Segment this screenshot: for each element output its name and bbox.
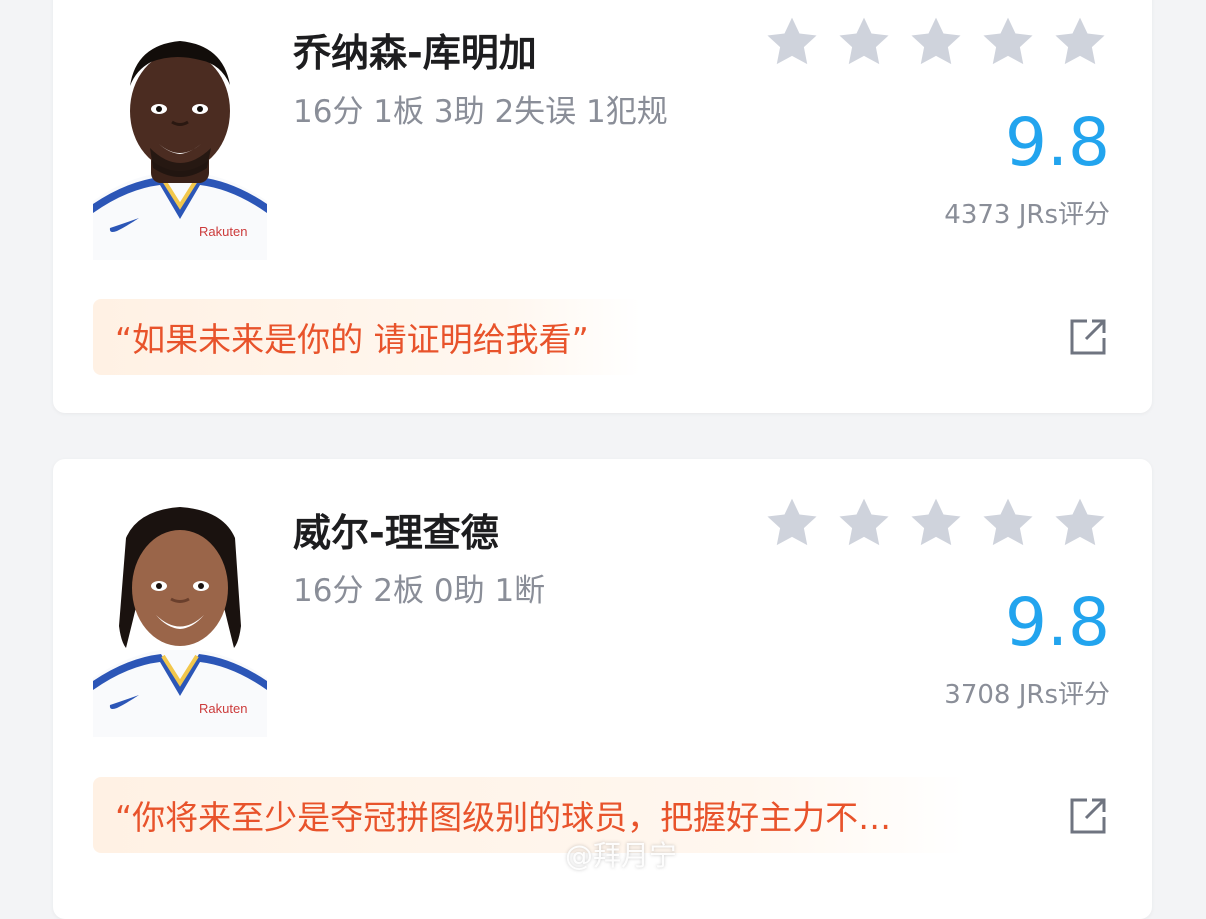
player-card[interactable]: Rakuten 乔纳森-库明加 16分 1板 3助 2失误 1犯规 9.8 43… xyxy=(53,0,1152,413)
comment-box[interactable]: “你将来至少是夺冠拼图级别的球员，把握好主力不… xyxy=(93,777,967,853)
star-icon[interactable] xyxy=(977,493,1039,555)
comment-box[interactable]: “如果未来是你的 请证明给我看” xyxy=(93,299,641,375)
comment-text: “如果未来是你的 请证明给我看” xyxy=(115,320,589,359)
player-score: 9.8 xyxy=(1005,584,1110,661)
star-icon[interactable] xyxy=(761,12,823,74)
star-icon[interactable] xyxy=(977,12,1039,74)
star-icon[interactable] xyxy=(761,493,823,555)
player-avatar: Rakuten xyxy=(93,500,267,737)
svg-text:Rakuten: Rakuten xyxy=(199,701,247,716)
share-icon[interactable] xyxy=(1068,317,1108,357)
star-icon[interactable] xyxy=(905,493,967,555)
star-icon[interactable] xyxy=(1049,493,1111,555)
player-stats: 16分 1板 3助 2失误 1犯规 xyxy=(293,94,668,130)
comment-text: “你将来至少是夺冠拼图级别的球员，把握好主力不… xyxy=(115,798,892,837)
player-avatar: Rakuten xyxy=(93,23,267,260)
watermark: @拜月宁 xyxy=(565,839,678,872)
share-icon[interactable] xyxy=(1068,796,1108,836)
star-icon[interactable] xyxy=(833,493,895,555)
star-icon[interactable] xyxy=(905,12,967,74)
player-score: 9.8 xyxy=(1005,104,1110,181)
player-stats: 16分 2板 0助 1断 xyxy=(293,573,546,609)
rating-count: 3708 JRs评分 xyxy=(944,680,1110,710)
svg-text:Rakuten: Rakuten xyxy=(199,224,247,239)
rating-count: 4373 JRs评分 xyxy=(944,200,1110,230)
star-icon[interactable] xyxy=(833,12,895,74)
rating-stars[interactable] xyxy=(761,493,1111,557)
player-name: 乔纳森-库明加 xyxy=(293,31,537,75)
star-icon[interactable] xyxy=(1049,12,1111,74)
rating-stars[interactable] xyxy=(761,12,1111,76)
player-name: 威尔-理查德 xyxy=(293,511,499,555)
